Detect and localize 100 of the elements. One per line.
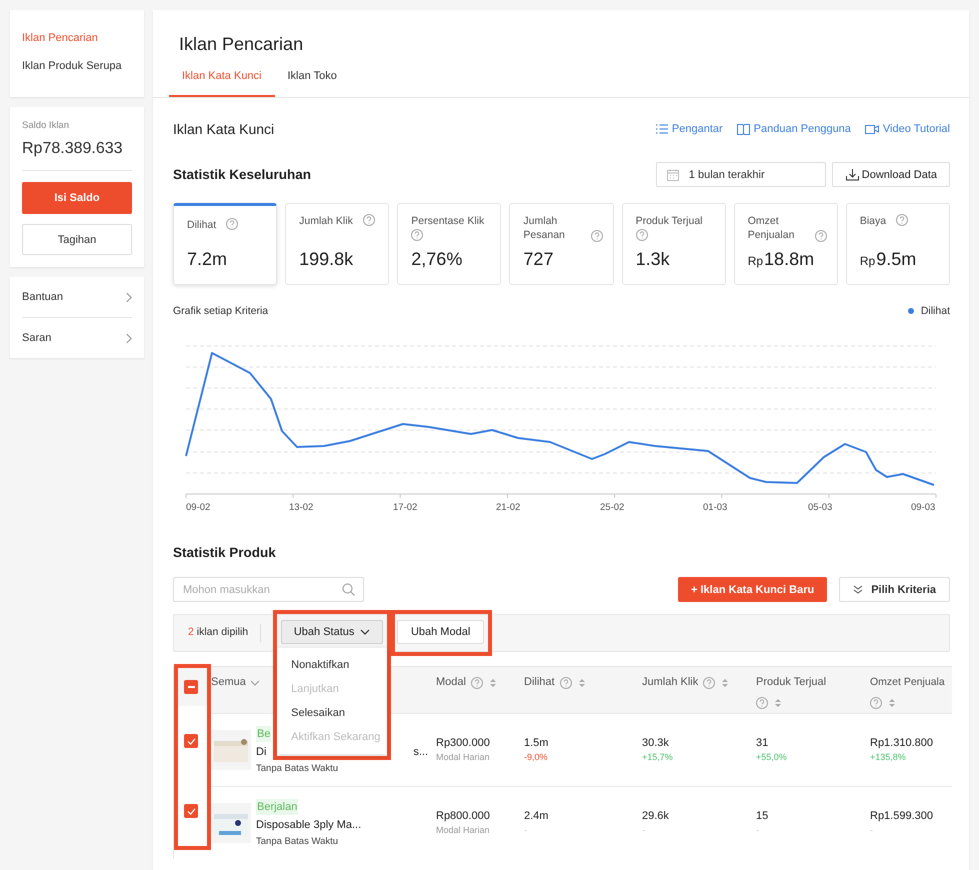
- help-icon: [636, 229, 648, 241]
- sort-icon[interactable]: [578, 678, 585, 688]
- row-checkbox[interactable]: [184, 804, 198, 818]
- sort-icon[interactable]: [889, 698, 895, 708]
- sort-icon[interactable]: [722, 678, 728, 688]
- check-icon: [186, 738, 196, 745]
- cell-subtext: -: [756, 824, 760, 834]
- top-up-button[interactable]: Isi Saldo: [22, 182, 132, 214]
- metric-card[interactable]: Biaya Rp9.5m: [846, 203, 950, 285]
- video-camera-icon: [864, 124, 879, 134]
- metric-card[interactable]: Jumlah Pesanan 727: [509, 203, 614, 285]
- help-icon: [226, 218, 238, 230]
- table-cell-text: 29.6k: [642, 810, 670, 822]
- metric-label: Jumlah Klik: [299, 214, 353, 228]
- metric-card[interactable]: Produk Terjual 1.3k: [622, 203, 726, 285]
- table-cell-text: 2.4m: [524, 810, 550, 822]
- chart-legend: Dilihat: [908, 305, 950, 317]
- cell-subtext: +135,8%: [870, 752, 907, 762]
- product-name[interactable]: Disposable 3ply Ma...: [256, 816, 362, 832]
- caret-icon: [360, 629, 370, 635]
- axis-label: 09-03: [911, 502, 936, 513]
- invoice-button[interactable]: Tagihan: [22, 224, 132, 255]
- axis-label: 09-02: [186, 502, 210, 513]
- select-all-checkbox[interactable]: [184, 680, 198, 694]
- overview-title: Statistik Keseluruhan: [173, 167, 312, 182]
- column-header[interactable]: Semua: [211, 676, 246, 688]
- search-field[interactable]: Mohon masukkan: [173, 577, 364, 602]
- metric-label: Biaya: [860, 214, 886, 228]
- metric-label: Jumlah Pesanan: [523, 214, 566, 242]
- metric-value: 2,76%: [411, 249, 462, 270]
- sidebar-link[interactable]: Saran: [22, 318, 132, 358]
- metric-value: 18.8m: [764, 249, 814, 270]
- column-header[interactable]: Dilihat: [524, 676, 555, 688]
- metric-card[interactable]: Dilihat 7.2m: [173, 203, 278, 285]
- status-dropdown[interactable]: Ubah Status: [281, 620, 384, 644]
- check-icon: [186, 808, 196, 815]
- axis-label: 13-02: [289, 502, 314, 513]
- table-cell-text: 1.5m: [524, 736, 550, 748]
- sidebar-link[interactable]: Bantuan: [22, 277, 132, 318]
- help-link[interactable]: Pengantar: [656, 123, 723, 135]
- currency-label: Rp: [860, 254, 876, 268]
- search-icon: [342, 583, 355, 596]
- calendar-icon: [666, 168, 679, 180]
- metric-label: Persentase Klik: [411, 214, 484, 228]
- duration-text: Tanpa Batas Waktu: [256, 834, 340, 848]
- cell-subtext: -: [524, 824, 528, 834]
- cell-subtext: -9,0%: [524, 752, 549, 762]
- cell-subtext: -: [870, 824, 874, 834]
- chevron-right-icon: [125, 292, 132, 302]
- sort-icon[interactable]: [775, 698, 781, 708]
- selection-count: 2 iklan dipilih: [188, 626, 248, 638]
- cell-subtext: Modal Harian: [436, 824, 491, 834]
- tab[interactable]: Iklan Kata Kunci: [169, 64, 274, 97]
- metric-card[interactable]: Persentase Klik 2,76%: [397, 203, 502, 285]
- metric-card[interactable]: Jumlah Klik 199.8k: [285, 203, 390, 285]
- table-cell-text: 30.3k: [642, 736, 670, 748]
- table-cell-text: Rp1.310.800: [870, 736, 934, 748]
- balance-amount: Rp78.389.633: [22, 140, 124, 158]
- product-name[interactable]: Di: [256, 744, 266, 760]
- help-link[interactable]: Panduan Pengguna: [736, 123, 851, 135]
- caret-icon: [250, 680, 260, 686]
- chart-title: Grafik setiap Kriteria: [173, 305, 268, 317]
- metric-label: Produk Terjual: [636, 214, 702, 228]
- column-header[interactable]: Modal: [436, 676, 466, 688]
- budget-button[interactable]: Ubah Modal: [397, 620, 484, 644]
- list-icon: [656, 124, 668, 134]
- cell-subtext: +55,0%: [756, 752, 788, 762]
- status-tag: Berjalan: [256, 798, 298, 814]
- metric-card[interactable]: Omzet Penjualan Rp 18.8m: [734, 203, 838, 285]
- cell-subtext: Modal Harian: [436, 752, 491, 762]
- criteria-button[interactable]: Pilih Kriteria: [839, 577, 950, 602]
- metric-value: 9.5m: [876, 249, 916, 270]
- double-chevron-icon: [853, 584, 864, 594]
- metric-value: 199.8k: [299, 249, 354, 270]
- chevron-right-icon: [125, 332, 132, 344]
- help-link[interactable]: Video Tutorial: [864, 123, 950, 135]
- status-tag: Be: [256, 726, 272, 742]
- help-icon: [411, 229, 424, 241]
- cell-subtext: +15,7%: [642, 752, 674, 762]
- column-header[interactable]: Omzet Penjuala: [870, 676, 945, 688]
- sidebar-menu-item[interactable]: Iklan Pencarian: [22, 32, 132, 44]
- metric-label: Dilihat: [187, 218, 216, 232]
- row-checkbox[interactable]: [184, 734, 198, 748]
- table-cell-text: Rp300.000: [436, 736, 491, 748]
- new-ad-button[interactable]: + Iklan Kata Kunci Baru: [678, 577, 828, 602]
- products-title: Statistik Produk: [173, 545, 277, 560]
- help-icon: [362, 214, 375, 226]
- duration-text: Tanpa Batas Waktu: [256, 762, 340, 774]
- column-header[interactable]: Jumlah Klik: [642, 676, 698, 688]
- axis-label: 17-02: [393, 502, 418, 513]
- menu-item[interactable]: Nonaktifkan: [291, 653, 388, 677]
- sidebar-menu-item[interactable]: Iklan Produk Serupa: [22, 60, 132, 72]
- column-header[interactable]: Produk Terjual: [756, 676, 826, 688]
- sort-icon[interactable]: [490, 678, 496, 688]
- menu-item[interactable]: Selesaikan: [291, 701, 388, 725]
- product-name[interactable]: s...: [413, 744, 428, 760]
- date-range-picker[interactable]: 1 bulan terakhir: [656, 162, 826, 187]
- tab[interactable]: Iklan Toko: [274, 64, 350, 97]
- axis-label: 25-02: [600, 502, 624, 513]
- download-button[interactable]: Download Data: [832, 162, 950, 187]
